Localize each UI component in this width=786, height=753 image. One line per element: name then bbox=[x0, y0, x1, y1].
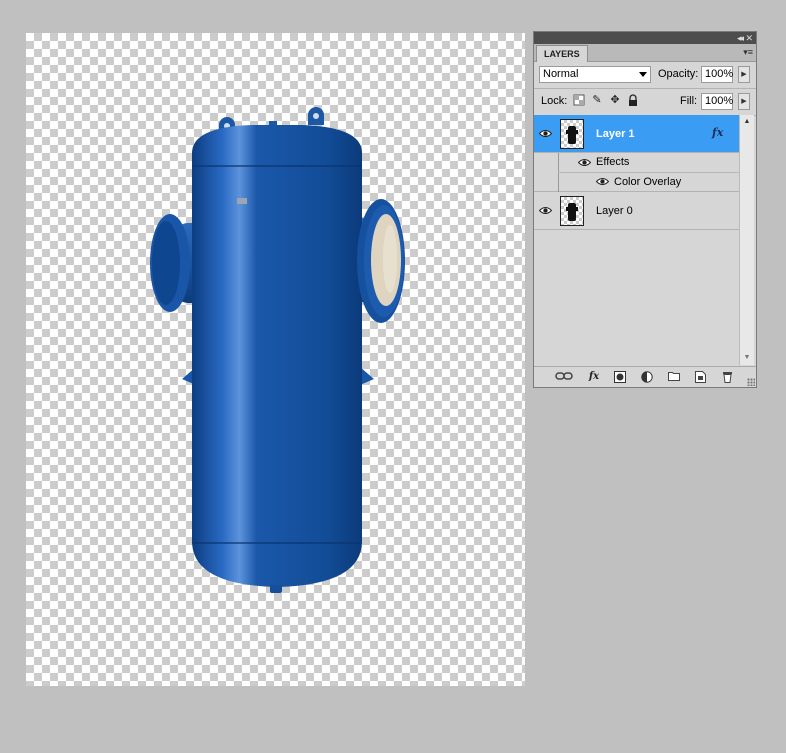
fill-slider-arrow-icon[interactable]: ▶ bbox=[738, 93, 750, 110]
layers-scrollbar[interactable]: ▲ ▼ bbox=[739, 115, 754, 365]
layer-thumbnail bbox=[560, 119, 584, 149]
scroll-up-arrow-icon[interactable]: ▲ bbox=[740, 115, 754, 129]
blend-opacity-row: Normal Opacity: 100% ▶ bbox=[534, 62, 756, 89]
lock-all-icon[interactable] bbox=[627, 94, 639, 106]
layers-panel: ◂◂ ✕ LAYERS ▾≡ Normal Opacity: 100% ▶ Lo… bbox=[533, 31, 757, 388]
effect-name: Color Overlay bbox=[614, 176, 682, 188]
panel-menu-icon[interactable]: ▾≡ bbox=[743, 46, 753, 58]
color-overlay-eye-icon[interactable] bbox=[596, 177, 609, 186]
opacity-label: Opacity: bbox=[658, 68, 699, 80]
effects-label: Effects bbox=[596, 156, 630, 168]
link-layers-icon[interactable] bbox=[555, 371, 573, 383]
layer-row-layer-0[interactable]: Layer 0 bbox=[534, 192, 740, 230]
document-canvas[interactable] bbox=[26, 33, 525, 686]
lock-label: Lock: bbox=[541, 95, 568, 107]
close-icon[interactable]: ✕ bbox=[745, 32, 753, 44]
scroll-down-arrow-icon[interactable]: ▼ bbox=[740, 351, 754, 365]
layer-thumbnail bbox=[560, 196, 584, 226]
lock-fill-row: Lock: ✎ ✥ Fill: 100% ▶ bbox=[534, 89, 756, 116]
add-mask-icon[interactable] bbox=[613, 371, 627, 383]
separator-tank-image bbox=[150, 107, 405, 593]
blend-mode-value: Normal bbox=[543, 68, 579, 80]
blend-mode-select[interactable]: Normal bbox=[539, 66, 651, 83]
fx-icon[interactable]: fx bbox=[712, 126, 723, 139]
resize-grip-icon[interactable] bbox=[747, 378, 755, 386]
visibility-eye-icon[interactable] bbox=[539, 206, 552, 215]
panel-tab-row: LAYERS ▾≡ bbox=[534, 44, 756, 62]
lock-image-pixels-icon[interactable]: ✎ bbox=[591, 94, 603, 106]
new-group-icon[interactable] bbox=[667, 371, 681, 383]
trash-icon[interactable] bbox=[720, 371, 734, 383]
tab-layers[interactable]: LAYERS bbox=[536, 45, 588, 62]
opacity-slider-arrow-icon[interactable]: ▶ bbox=[738, 66, 750, 83]
effects-row[interactable]: Effects bbox=[534, 153, 740, 172]
dropdown-arrow-icon bbox=[639, 72, 647, 77]
fill-field[interactable]: 100% bbox=[701, 93, 733, 110]
lock-transparent-pixels-icon[interactable] bbox=[573, 94, 585, 106]
panel-titlebar[interactable]: ◂◂ ✕ bbox=[534, 32, 756, 44]
double-chevron-left-icon[interactable]: ◂◂ bbox=[737, 32, 744, 44]
layer-row-layer-1[interactable]: Layer 1 fx bbox=[534, 115, 740, 153]
layers-list: Layer 1 fx Effects Color Overlay Layer 0 bbox=[534, 115, 740, 365]
effects-eye-icon[interactable] bbox=[578, 158, 591, 167]
layer-name[interactable]: Layer 0 bbox=[596, 204, 633, 218]
opacity-field[interactable]: 100% bbox=[701, 66, 733, 83]
fx-icon[interactable]: fx bbox=[585, 371, 603, 383]
lock-position-icon[interactable]: ✥ bbox=[609, 94, 621, 106]
new-layer-icon[interactable] bbox=[693, 371, 707, 383]
fill-label: Fill: bbox=[680, 95, 698, 107]
effect-color-overlay-row[interactable]: Color Overlay bbox=[534, 172, 740, 192]
visibility-eye-icon[interactable] bbox=[539, 129, 552, 138]
layers-bottom-toolbar: fx bbox=[534, 366, 756, 387]
layer-name[interactable]: Layer 1 bbox=[596, 127, 635, 141]
adjustment-layer-icon[interactable] bbox=[640, 371, 654, 383]
